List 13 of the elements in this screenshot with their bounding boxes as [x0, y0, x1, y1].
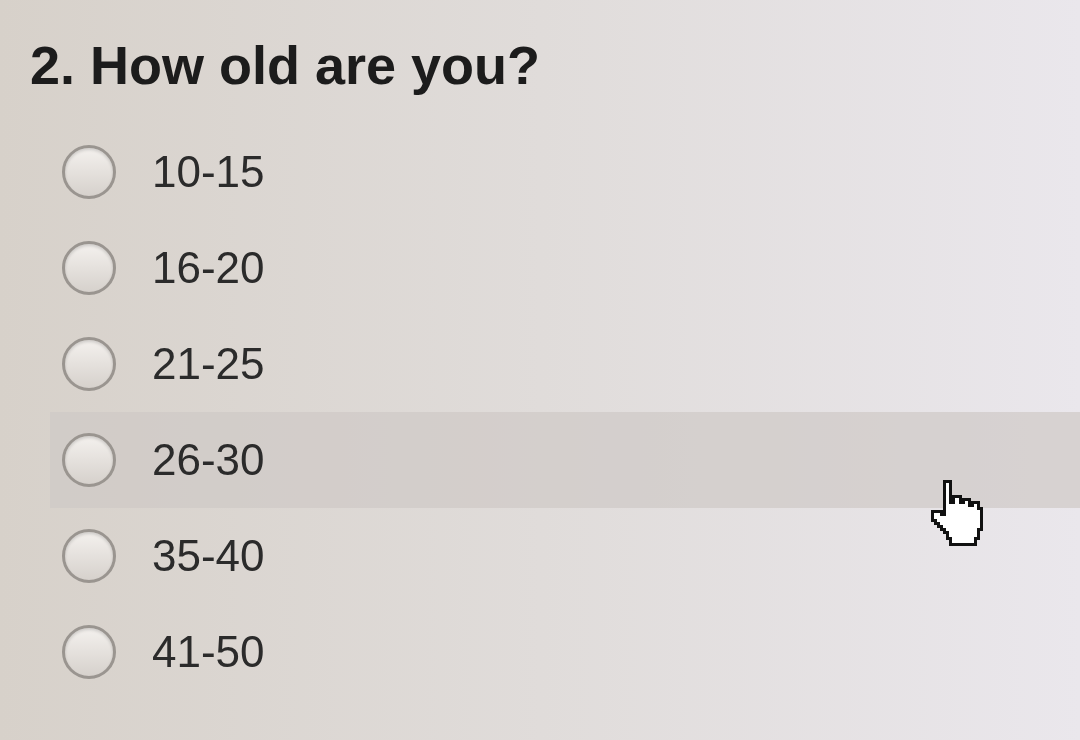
highlighted-option-row[interactable]: 26-30 — [50, 412, 1080, 508]
radio-button[interactable] — [62, 433, 116, 487]
radio-button[interactable] — [62, 529, 116, 583]
option-label: 35-40 — [152, 534, 265, 578]
radio-button[interactable] — [62, 145, 116, 199]
option-label: 21-25 — [152, 342, 265, 386]
radio-button[interactable] — [62, 625, 116, 679]
option-label: 26-30 — [152, 438, 265, 482]
option-label: 41-50 — [152, 630, 265, 674]
radio-button[interactable] — [62, 337, 116, 391]
option-label: 16-20 — [152, 246, 265, 290]
option-label: 10-15 — [152, 150, 265, 194]
radio-button[interactable] — [62, 241, 116, 295]
